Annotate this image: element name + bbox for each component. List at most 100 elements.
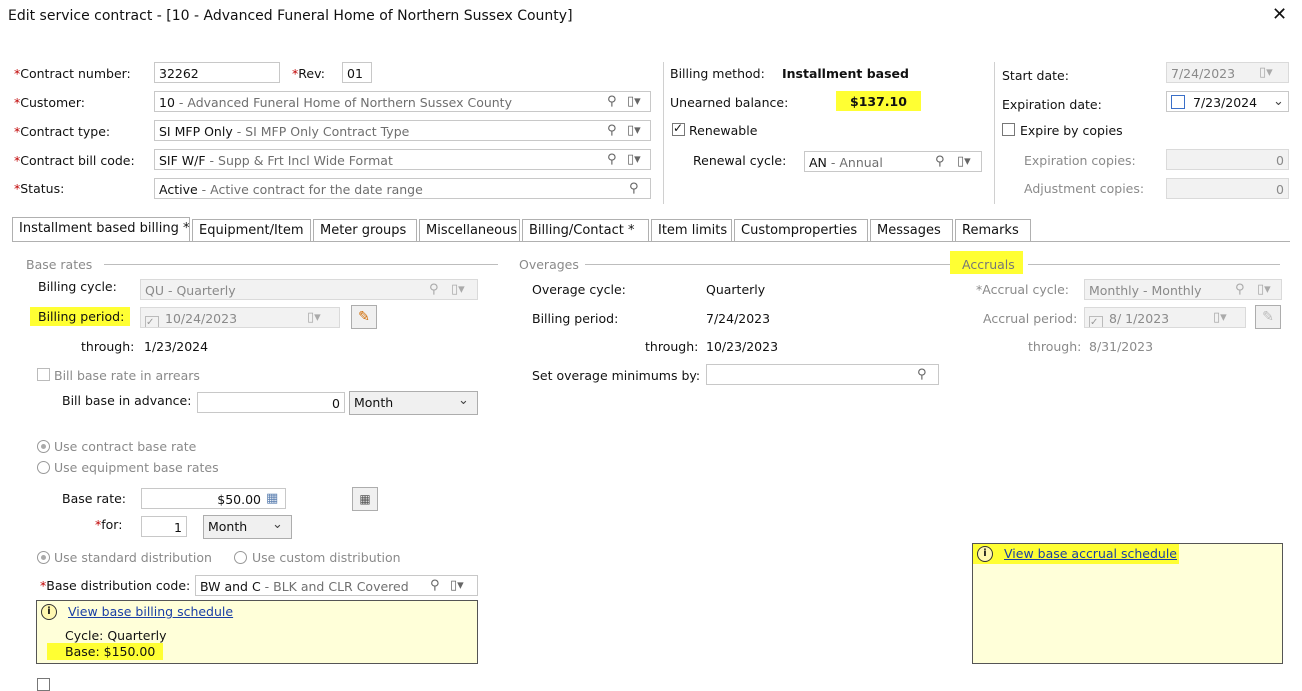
custom-distribution-radio[interactable] bbox=[234, 551, 247, 564]
adjustment-copies-input[interactable]: 0 bbox=[1166, 178, 1289, 199]
schedule-base-text: Base: $150.00 bbox=[47, 643, 164, 660]
dropdown-menu-icon[interactable]: ▯▾ bbox=[627, 152, 641, 167]
search-icon[interactable]: ⚲ bbox=[429, 282, 439, 297]
expiration-copies-input[interactable]: 0 bbox=[1166, 149, 1289, 170]
base-rates-group-label: Base rates bbox=[26, 257, 93, 272]
dropdown-menu-icon[interactable]: ▯▾ bbox=[627, 94, 641, 109]
calculator-icon[interactable]: ▦ bbox=[266, 491, 278, 506]
base-rate-label: Base rate: bbox=[62, 491, 127, 506]
tab-billing-contact[interactable]: Billing/Contact * bbox=[522, 219, 649, 241]
tab-custom-properties[interactable]: Customproperties bbox=[734, 219, 868, 241]
tab-item-limits[interactable]: Item limits bbox=[651, 219, 732, 241]
expiration-date-picker[interactable]: 7/23/2024 ⌄ bbox=[1166, 91, 1289, 112]
for-unit-select[interactable]: Month ⌄ bbox=[203, 515, 292, 539]
view-base-billing-schedule-link[interactable]: View base billing schedule bbox=[68, 604, 233, 619]
search-icon[interactable]: ⚲ bbox=[607, 152, 617, 167]
date-checkbox[interactable]: ✓ bbox=[145, 316, 159, 327]
distribution-code-lookup[interactable]: BW and C - BLK and CLR Covered ⚲ ▯▾ bbox=[195, 575, 478, 596]
edit-pencil-icon[interactable]: ✎ bbox=[351, 305, 377, 329]
overages-group-label: Overages bbox=[519, 257, 579, 272]
edit-pencil-icon[interactable]: ✎ bbox=[1255, 305, 1281, 329]
chevron-down-icon: ⌄ bbox=[272, 517, 283, 532]
search-icon[interactable]: ⚲ bbox=[935, 154, 945, 169]
search-icon[interactable]: ⚲ bbox=[1235, 282, 1245, 297]
header-separator bbox=[994, 62, 995, 204]
bill-code-lookup[interactable]: SIF W/F - Supp & Frt Incl Wide Format ⚲ ▯▾ bbox=[154, 149, 651, 170]
renewable-checkbox[interactable]: ✓ bbox=[672, 121, 685, 136]
close-icon[interactable]: ✕ bbox=[1272, 4, 1287, 25]
chevron-down-icon[interactable]: ⌄ bbox=[1273, 94, 1284, 109]
expire-by-copies-checkbox[interactable] bbox=[1002, 123, 1015, 136]
overage-minimums-label: Set overage minimums by: bbox=[532, 368, 701, 383]
search-icon[interactable]: ⚲ bbox=[430, 578, 440, 593]
bottom-checkbox[interactable] bbox=[37, 678, 50, 691]
tab-meter-groups[interactable]: Meter groups bbox=[313, 219, 417, 241]
base-rate-input[interactable]: $50.00 ▦ bbox=[141, 488, 286, 509]
standard-distribution-radio[interactable] bbox=[37, 551, 50, 564]
accrual-period-label: Accrual period: bbox=[983, 311, 1078, 326]
overage-minimums-lookup[interactable]: ⚲ bbox=[706, 364, 939, 385]
advance-unit-select[interactable]: Month ⌄ bbox=[349, 391, 478, 415]
use-contract-rate-radio[interactable] bbox=[37, 440, 50, 453]
tab-equipment-item[interactable]: Equipment/Item bbox=[192, 219, 311, 241]
status-lookup[interactable]: Active - Active contract for the date ra… bbox=[154, 178, 651, 199]
group-divider bbox=[1028, 264, 1280, 265]
dropdown-menu-icon[interactable]: ▯▾ bbox=[957, 154, 971, 169]
view-base-accrual-schedule-link[interactable]: View base accrual schedule bbox=[1004, 546, 1177, 561]
accruals-group-label: Accruals bbox=[950, 251, 1023, 274]
dropdown-menu-icon[interactable]: ▯▾ bbox=[627, 123, 641, 138]
billing-schedule-infobox: i View base billing schedule Cycle: Quar… bbox=[36, 600, 478, 664]
use-equipment-rates-radio[interactable] bbox=[37, 461, 50, 474]
dropdown-menu-icon[interactable]: ▯▾ bbox=[450, 578, 464, 593]
billing-period-picker[interactable]: ✓ 10/24/2023 ▯▾ bbox=[140, 307, 340, 328]
for-label: *for: bbox=[95, 517, 123, 532]
calendar-dropdown-icon[interactable]: ▯▾ bbox=[1213, 310, 1227, 325]
schedule-cycle-text: Cycle: Quarterly bbox=[65, 628, 167, 643]
billing-method-label: Billing method: bbox=[670, 66, 765, 81]
customer-lookup[interactable]: 10 - Advanced Funeral Home of Northern S… bbox=[154, 91, 651, 112]
bill-in-arrears-checkbox[interactable] bbox=[37, 368, 50, 381]
contract-type-lookup[interactable]: SI MFP Only - SI MFP Only Contract Type ⚲… bbox=[154, 120, 651, 141]
contract-number-label: *Contract number: bbox=[14, 66, 131, 81]
calendar-dropdown-icon[interactable]: ▯▾ bbox=[307, 310, 321, 325]
group-divider bbox=[104, 264, 498, 265]
tab-installment-billing[interactable]: Installment based billing * bbox=[12, 217, 190, 241]
renewal-cycle-lookup[interactable]: AN - Annual ⚲ ▯▾ bbox=[804, 151, 982, 172]
for-input[interactable]: 1 bbox=[141, 516, 187, 537]
dropdown-menu-icon[interactable]: ▯▾ bbox=[451, 282, 465, 297]
start-date-label: Start date: bbox=[1002, 68, 1069, 83]
distribution-code-label: *Base distribution code: bbox=[40, 578, 191, 593]
overage-period-value: 7/24/2023 bbox=[706, 311, 771, 326]
accrual-through-label: through: bbox=[1028, 339, 1082, 354]
standard-distribution-label: Use standard distribution bbox=[54, 550, 212, 565]
start-date-picker[interactable]: 7/24/2023 ▯▾ bbox=[1166, 62, 1289, 83]
window-title: Edit service contract - [10 - Advanced F… bbox=[8, 8, 573, 24]
expiration-copies-label: Expiration copies: bbox=[1024, 153, 1136, 168]
calendar-dropdown-icon[interactable]: ▯▾ bbox=[1259, 65, 1273, 80]
dropdown-menu-icon[interactable]: ▯▾ bbox=[1257, 282, 1271, 297]
adjustment-copies-label: Adjustment copies: bbox=[1024, 181, 1145, 196]
rev-input[interactable]: 01 bbox=[342, 62, 372, 83]
search-icon[interactable]: ⚲ bbox=[607, 123, 617, 138]
accrual-period-picker[interactable]: ✓ 8/ 1/2023 ▯▾ bbox=[1084, 307, 1246, 328]
expire-by-copies-label: Expire by copies bbox=[1020, 123, 1123, 138]
accrual-through-value: 8/31/2023 bbox=[1089, 339, 1154, 354]
customer-label: *Customer: bbox=[14, 95, 85, 110]
tab-messages[interactable]: Messages bbox=[870, 219, 953, 241]
use-equipment-rates-label: Use equipment base rates bbox=[54, 460, 219, 475]
tab-remarks[interactable]: Remarks bbox=[955, 219, 1031, 241]
date-checkbox[interactable] bbox=[1171, 95, 1185, 109]
rate-schedule-icon[interactable]: ▦ bbox=[352, 487, 378, 511]
search-icon[interactable]: ⚲ bbox=[629, 181, 639, 196]
tab-panel-border bbox=[12, 241, 1290, 242]
renewal-cycle-label: Renewal cycle: bbox=[693, 153, 787, 168]
date-checkbox[interactable]: ✓ bbox=[1089, 316, 1103, 327]
billing-cycle-lookup[interactable]: QU - Quarterly ⚲ ▯▾ bbox=[140, 279, 478, 300]
search-icon[interactable]: ⚲ bbox=[607, 94, 617, 109]
accrual-cycle-lookup[interactable]: Monthly - Monthly ⚲ ▯▾ bbox=[1084, 279, 1282, 300]
contract-number-input[interactable]: 32262 bbox=[154, 62, 280, 83]
overage-cycle-label: Overage cycle: bbox=[532, 282, 626, 297]
tab-miscellaneous[interactable]: Miscellaneous bbox=[419, 219, 520, 241]
search-icon[interactable]: ⚲ bbox=[917, 367, 927, 382]
bill-in-advance-input[interactable]: 0 bbox=[197, 392, 345, 413]
